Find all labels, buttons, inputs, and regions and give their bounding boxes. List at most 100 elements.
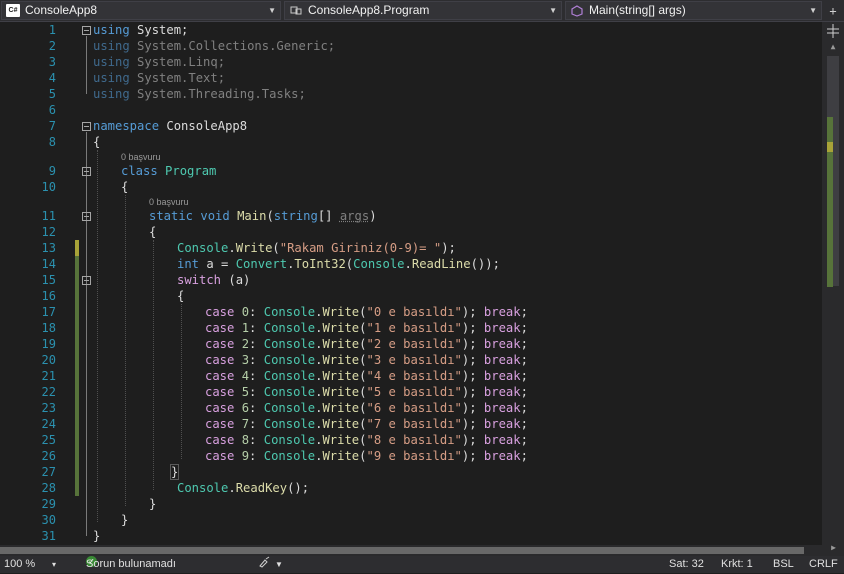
code-editor[interactable]: 1 2 3 4 5 6 7 8 9 10 11 12 13 14 15 16 1… [0, 22, 822, 545]
brush-icon[interactable] [258, 556, 272, 574]
code-line: } [149, 496, 156, 512]
code-line: } [169, 464, 180, 480]
code-line: using System; [93, 22, 188, 38]
punctuation: . [404, 257, 412, 271]
type-name: Console [353, 257, 405, 271]
brace: } [149, 497, 157, 511]
whitespace-indicator[interactable]: BSL [773, 556, 794, 573]
navigation-bar: C# ConsoleApp8 ▼ ConsoleApp8.Program ▼ M… [0, 0, 844, 22]
line-indicator[interactable]: Sat: 32 [669, 556, 704, 573]
column-indicator[interactable]: Krkt: 1 [721, 556, 753, 573]
line-number: 24 [41, 417, 56, 431]
codelens-references[interactable]: 0 başvuru [121, 151, 161, 163]
punctuation: ); [461, 417, 484, 431]
keyword: case [205, 417, 235, 431]
keyword: using [93, 23, 130, 37]
code-text: a = [199, 257, 236, 271]
change-marker [827, 142, 833, 152]
type-name: Console [263, 449, 316, 463]
line-number: 21 [41, 369, 56, 383]
punctuation: ) [369, 209, 377, 223]
vertical-scrollbar[interactable]: ▲ [822, 22, 844, 545]
keyword: case [205, 385, 235, 399]
method-name: Write [322, 433, 360, 447]
add-icon[interactable]: + [822, 0, 844, 22]
punctuation: : [249, 401, 264, 415]
class-dropdown[interactable]: ConsoleApp8.Program ▼ [284, 1, 562, 20]
indent-guide [181, 304, 182, 459]
scrollbar-thumb[interactable] [0, 547, 804, 554]
punctuation: ; [520, 369, 528, 383]
case-line: case 4: Console.Write("4 e basıldı"); br… [205, 368, 528, 384]
horizontal-scrollbar[interactable]: ▶ [0, 543, 844, 556]
line-number: 23 [41, 401, 56, 415]
project-dropdown[interactable]: C# ConsoleApp8 ▼ [1, 1, 281, 20]
split-window-icon[interactable] [822, 22, 844, 40]
change-indicator-unsaved [75, 240, 79, 256]
scroll-up-icon[interactable]: ▲ [822, 40, 844, 54]
keyword: case [205, 449, 235, 463]
number-literal: 1 [241, 321, 250, 335]
line-number: 18 [41, 321, 56, 335]
code-text: System; [129, 23, 189, 37]
case-line: case 9: Console.Write("9 e basıldı"); br… [205, 448, 528, 464]
collapse-icon[interactable] [82, 212, 91, 221]
punctuation: : [249, 433, 264, 447]
keyword: case [205, 305, 235, 319]
code-text: System.Text; [129, 71, 226, 85]
line-number: 6 [48, 103, 56, 117]
number-literal: 2 [241, 337, 250, 351]
string-literal: "9 e basıldı" [366, 449, 462, 463]
keyword: using [93, 39, 130, 53]
line-number: 2 [48, 39, 56, 53]
string-literal: "6 e basıldı" [366, 401, 462, 415]
case-line: case 2: Console.Write("2 e basıldı"); br… [205, 336, 528, 352]
zoom-level[interactable]: 100 % [4, 556, 35, 573]
punctuation: ; [520, 353, 528, 367]
method-name: Write [322, 353, 360, 367]
codelens-references[interactable]: 0 başvuru [149, 196, 189, 208]
punctuation: ); [461, 305, 484, 319]
punctuation: : [249, 321, 264, 335]
line-number: 8 [48, 135, 56, 149]
chevron-down-icon[interactable]: ▼ [268, 2, 276, 19]
line-number: 13 [41, 241, 56, 255]
chevron-down-icon[interactable]: ▼ [275, 556, 283, 573]
string-literal: "Rakam Giriniz(0-9)= " [279, 241, 442, 255]
case-line: case 7: Console.Write("7 e basıldı"); br… [205, 416, 528, 432]
number-literal: 7 [241, 417, 250, 431]
scroll-right-icon[interactable]: ▶ [831, 543, 836, 552]
line-number: 5 [48, 87, 56, 101]
code-text: System.Linq; [129, 55, 226, 69]
line-number: 31 [41, 529, 56, 543]
line-number: 26 [41, 449, 56, 463]
member-dropdown-label: Main(string[] args) [589, 3, 686, 17]
code-text: System.Collections.Generic; [129, 39, 336, 53]
chevron-down-icon[interactable]: ▾ [52, 556, 56, 573]
collapse-icon[interactable] [82, 276, 91, 285]
chevron-down-icon[interactable]: ▼ [809, 2, 817, 19]
brace: { [93, 135, 101, 149]
keyword: int [177, 257, 200, 271]
punctuation: ); [461, 449, 484, 463]
code-line: using System.Text; [93, 70, 225, 86]
punctuation: : [249, 353, 264, 367]
code-line: { [177, 288, 184, 304]
type-name: Console [263, 417, 316, 431]
collapse-icon[interactable] [82, 26, 91, 35]
type-name: Console [263, 433, 316, 447]
csharp-project-icon: C# [6, 4, 20, 17]
string-literal: "5 e basıldı" [366, 385, 462, 399]
collapse-icon[interactable] [82, 167, 91, 176]
line-ending-indicator[interactable]: CRLF [809, 556, 838, 573]
punctuation: : [249, 337, 264, 351]
method-name: ToInt32 [294, 257, 346, 271]
member-dropdown[interactable]: Main(string[] args) ▼ [565, 1, 822, 20]
chevron-down-icon[interactable]: ▼ [549, 2, 557, 19]
punctuation: : [249, 417, 264, 431]
collapse-icon[interactable] [82, 122, 91, 131]
type-name: Console [263, 369, 316, 383]
method-name: Write [322, 385, 360, 399]
indent-guide [125, 195, 126, 506]
punctuation: : [249, 449, 264, 463]
